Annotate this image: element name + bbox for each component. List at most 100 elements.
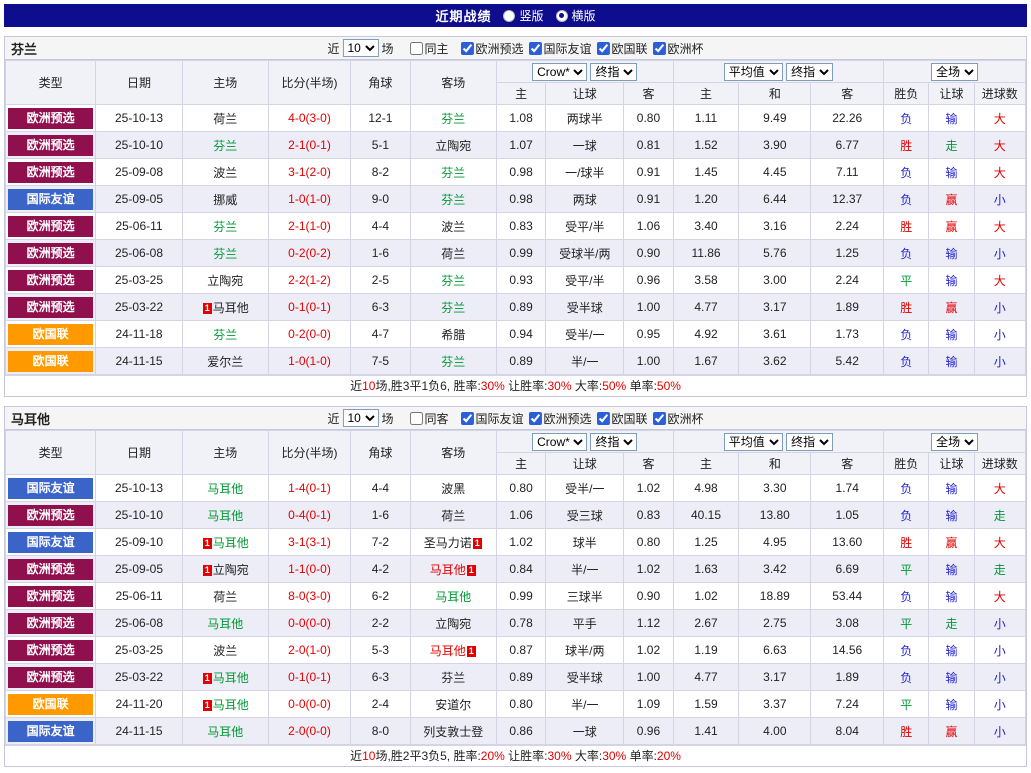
team-name-link[interactable]: 波兰	[213, 644, 237, 658]
team-name-link[interactable]: 立陶宛	[435, 139, 471, 153]
league-badge[interactable]: 欧洲预选	[8, 296, 94, 318]
avg-select[interactable]: 平均值	[723, 62, 783, 81]
league-badge[interactable]: 欧国联	[8, 693, 94, 715]
league-badge[interactable]: 欧洲预选	[8, 585, 94, 607]
odds-company-select[interactable]: Crow*	[532, 62, 588, 81]
same-venue-checkbox[interactable]: 同主	[404, 40, 448, 57]
score-link[interactable]: 2-0(1-0)	[288, 643, 331, 657]
league-filter-checkbox[interactable]: 欧洲预选	[455, 40, 524, 57]
team-name-link[interactable]: 芬兰	[441, 671, 465, 685]
league-filter-checkbox[interactable]: 欧洲杯	[648, 40, 704, 57]
checkbox-input[interactable]	[409, 41, 423, 55]
team-name-link[interactable]: 圣马力诺 1	[424, 536, 483, 550]
league-filter-checkbox[interactable]: 欧洲杯	[648, 410, 704, 427]
checkbox-input[interactable]	[409, 411, 423, 425]
checkbox-input[interactable]	[528, 41, 542, 55]
league-filter-checkbox[interactable]: 欧国联	[592, 40, 648, 57]
odds-company-select[interactable]: Crow*	[532, 432, 588, 451]
score-link[interactable]: 0-4(0-1)	[288, 508, 331, 522]
league-badge[interactable]: 欧洲预选	[8, 242, 94, 264]
team-name-link[interactable]: 安道尔	[435, 698, 471, 712]
score-link[interactable]: 2-2(1-2)	[288, 273, 331, 287]
league-badge[interactable]: 欧洲预选	[8, 666, 94, 688]
score-link[interactable]: 0-0(0-0)	[288, 616, 331, 630]
checkbox-input[interactable]	[528, 411, 542, 425]
league-badge[interactable]: 国际友谊	[8, 531, 94, 553]
checkbox-input[interactable]	[596, 41, 610, 55]
score-link[interactable]: 1-4(0-1)	[288, 481, 331, 495]
league-filter-checkbox[interactable]: 欧国联	[592, 410, 648, 427]
team-name-link[interactable]: 芬兰	[213, 247, 237, 261]
team-name-link[interactable]: 1 马耳他	[202, 536, 249, 550]
league-badge[interactable]: 国际友谊	[8, 188, 94, 210]
team-name-link[interactable]: 立陶宛	[435, 617, 471, 631]
team-name-link[interactable]: 希腊	[441, 328, 465, 342]
score-link[interactable]: 2-1(0-1)	[288, 138, 331, 152]
team-name-link[interactable]: 荷兰	[213, 590, 237, 604]
score-link[interactable]: 1-0(1-0)	[288, 354, 331, 368]
scope-select[interactable]: 全场	[931, 62, 979, 81]
league-badge[interactable]: 欧洲预选	[8, 639, 94, 661]
checkbox-input[interactable]	[652, 41, 666, 55]
score-link[interactable]: 1-1(0-0)	[288, 562, 331, 576]
team-name-link[interactable]: 列支敦士登	[423, 725, 483, 739]
score-link[interactable]: 0-1(0-1)	[288, 300, 331, 314]
team-name-link[interactable]: 1 立陶宛	[202, 563, 249, 577]
league-badge[interactable]: 欧洲预选	[8, 161, 94, 183]
league-filter-checkbox[interactable]: 欧洲预选	[524, 410, 592, 427]
scope-select[interactable]: 全场	[931, 432, 979, 451]
checkbox-input[interactable]	[652, 411, 666, 425]
league-badge[interactable]: 欧洲预选	[8, 215, 94, 237]
league-badge[interactable]: 欧国联	[8, 350, 94, 372]
team-name-link[interactable]: 荷兰	[441, 509, 465, 523]
league-badge[interactable]: 欧洲预选	[8, 558, 94, 580]
recent-count-select[interactable]: 10	[342, 39, 379, 57]
checkbox-input[interactable]	[596, 411, 610, 425]
league-badge[interactable]: 欧洲预选	[8, 107, 94, 129]
checkbox-input[interactable]	[460, 411, 474, 425]
team-name-link[interactable]: 波兰	[441, 220, 465, 234]
league-badge[interactable]: 欧洲预选	[8, 134, 94, 156]
team-name-link[interactable]: 1 马耳他	[202, 698, 249, 712]
score-link[interactable]: 2-1(1-0)	[288, 219, 331, 233]
league-badge[interactable]: 欧国联	[8, 323, 94, 345]
layout-radio-vertical[interactable]: 竖版	[503, 7, 544, 24]
team-name-link[interactable]: 马耳他	[435, 590, 471, 604]
avg-select[interactable]: 平均值	[723, 432, 783, 451]
score-link[interactable]: 1-0(1-0)	[288, 192, 331, 206]
league-badge[interactable]: 欧洲预选	[8, 504, 94, 526]
league-filter-checkbox[interactable]: 国际友谊	[524, 40, 592, 57]
league-badge[interactable]: 国际友谊	[8, 477, 94, 499]
league-badge[interactable]: 国际友谊	[8, 720, 94, 742]
score-link[interactable]: 0-2(0-0)	[288, 327, 331, 341]
team-name-link[interactable]: 芬兰	[441, 193, 465, 207]
team-name-link[interactable]: 马耳他 1	[430, 563, 477, 577]
team-name-link[interactable]: 马耳他 1	[430, 644, 477, 658]
team-name-link[interactable]: 波黑	[441, 482, 465, 496]
team-name-link[interactable]: 芬兰	[441, 301, 465, 315]
league-badge[interactable]: 欧洲预选	[8, 612, 94, 634]
team-name-link[interactable]: 波兰	[213, 166, 237, 180]
score-link[interactable]: 8-0(3-0)	[288, 589, 331, 603]
score-link[interactable]: 2-0(0-0)	[288, 724, 331, 738]
team-name-link[interactable]: 荷兰	[213, 112, 237, 126]
score-link[interactable]: 4-0(3-0)	[288, 111, 331, 125]
same-venue-checkbox[interactable]: 同客	[404, 410, 448, 427]
avg-time-select[interactable]: 终指	[786, 62, 834, 81]
team-name-link[interactable]: 芬兰	[441, 112, 465, 126]
team-name-link[interactable]: 芬兰	[213, 328, 237, 342]
layout-radio-horizontal[interactable]: 横版	[555, 7, 596, 24]
team-name-link[interactable]: 爱尔兰	[207, 355, 243, 369]
team-name-link[interactable]: 芬兰	[213, 139, 237, 153]
team-name-link[interactable]: 立陶宛	[207, 274, 243, 288]
odds-time-select[interactable]: 终指	[590, 62, 638, 81]
team-name-link[interactable]: 马耳他	[207, 509, 243, 523]
score-link[interactable]: 0-1(0-1)	[288, 670, 331, 684]
score-link[interactable]: 0-2(0-2)	[288, 246, 331, 260]
team-name-link[interactable]: 芬兰	[213, 220, 237, 234]
team-name-link[interactable]: 芬兰	[441, 166, 465, 180]
score-link[interactable]: 3-1(3-1)	[288, 535, 331, 549]
score-link[interactable]: 3-1(2-0)	[288, 165, 331, 179]
team-name-link[interactable]: 芬兰	[441, 355, 465, 369]
recent-count-select[interactable]: 10	[342, 409, 379, 427]
